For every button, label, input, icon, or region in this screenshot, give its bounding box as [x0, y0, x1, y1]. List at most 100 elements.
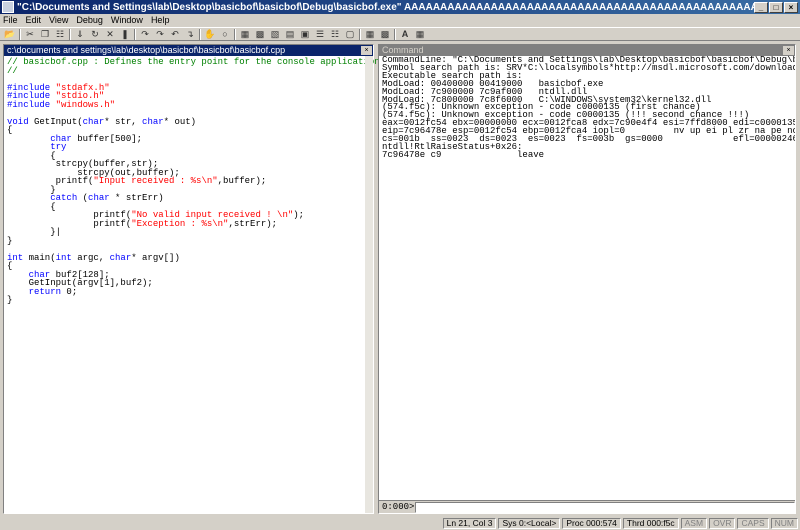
code-token: ,buffer);	[217, 176, 267, 186]
code-token: int	[55, 252, 72, 263]
source-window-header[interactable]: c:\documents and settings\lab\desktop\ba…	[4, 45, 373, 56]
command-output-line: 7c96478e c9 leave	[382, 149, 545, 160]
options-icon[interactable]: ▦	[414, 28, 426, 40]
code-token: * strErr)	[109, 193, 164, 203]
code-token: * str,	[104, 116, 143, 127]
run-to-cursor-icon[interactable]: ↴	[184, 28, 196, 40]
stop-debugging-icon[interactable]: ✕	[104, 28, 116, 40]
code-line: printf("Exception : %s\n",strErr);	[7, 218, 373, 229]
toolbar-separator	[19, 28, 21, 40]
command-window-title: Command	[382, 45, 424, 55]
go-icon[interactable]: ⇓	[74, 28, 86, 40]
code-line: //	[7, 65, 373, 76]
code-line: }|	[7, 228, 373, 237]
source-code[interactable]: // basicbof.cpp : Defines the entry poin…	[4, 56, 385, 305]
step-over-icon[interactable]: ↷	[154, 28, 166, 40]
cut-icon[interactable]: ✂	[24, 28, 36, 40]
code-token: char	[82, 116, 105, 127]
code-token: return	[28, 286, 62, 297]
code-line: int main(int argc, char* argv[])	[7, 252, 373, 263]
scratch-pad-icon[interactable]: ▢	[344, 28, 356, 40]
status-asm: ASM	[680, 517, 708, 529]
toolbar-separator	[69, 28, 71, 40]
code-token: }	[7, 235, 13, 246]
menu-debug[interactable]: Debug	[76, 15, 103, 25]
menu-view[interactable]: View	[49, 15, 68, 25]
code-token: * out)	[163, 116, 197, 127]
code-token: char	[109, 252, 132, 263]
code-line: catch (char * strErr)	[7, 194, 373, 203]
source-mode-icon[interactable]: ▦	[364, 28, 376, 40]
paste-icon[interactable]: ☷	[54, 28, 66, 40]
menu-help[interactable]: Help	[151, 15, 170, 25]
code-line: void GetInput(char* str, char* out)	[7, 116, 373, 127]
code-token: ,strErr);	[228, 218, 278, 229]
close-button[interactable]: ×	[784, 1, 798, 13]
code-token: #include	[7, 99, 56, 110]
code-token: );	[293, 210, 305, 220]
status-thread: Thrd 000:f5c	[622, 517, 679, 529]
binary-mode-icon[interactable]: ▩	[379, 28, 391, 40]
code-line: try	[7, 143, 373, 152]
code-token: argc,	[71, 252, 110, 263]
step-out-icon[interactable]: ↶	[169, 28, 181, 40]
memory-window-icon[interactable]: ▣	[299, 28, 311, 40]
font-icon[interactable]: A	[399, 28, 411, 40]
status-line-col: Ln 21, Col 3	[442, 517, 497, 529]
restart-icon[interactable]: ↻	[89, 28, 101, 40]
code-token: //	[7, 65, 18, 76]
open-icon[interactable]: 📂	[4, 28, 16, 40]
source-window[interactable]: c:\documents and settings\lab\desktop\ba…	[3, 44, 385, 514]
app-icon[interactable]	[2, 1, 14, 13]
maximize-button[interactable]: □	[769, 1, 783, 13]
command-prompt: 0:000>	[382, 502, 415, 512]
code-line: return 0;	[7, 286, 373, 297]
toolbar: 📂 ✂ ❐ ☷ ⇓ ↻ ✕ ❚ ↷ ↷ ↶ ↴ ✋ ○ ▦ ▩ ▧ ▤ ▣ ☰ …	[0, 27, 800, 41]
command-window-icon[interactable]: ▦	[239, 28, 251, 40]
command-window[interactable]: Command × CommandLine: "C:\Documents and…	[378, 44, 796, 514]
menu-bar: File Edit View Debug Window Help	[0, 14, 800, 26]
watch-window-icon[interactable]: ▩	[254, 28, 266, 40]
status-num: NUM	[770, 517, 798, 529]
title-bar: "C:\Documents and Settings\lab\Desktop\b…	[0, 0, 800, 14]
window-title: "C:\Documents and Settings\lab\Desktop\b…	[17, 1, 754, 13]
minimize-button[interactable]: _	[754, 1, 768, 13]
code-token: }|	[7, 227, 62, 237]
menu-file[interactable]: File	[3, 15, 18, 25]
menu-edit[interactable]: Edit	[26, 15, 42, 25]
registers-window-icon[interactable]: ▤	[284, 28, 296, 40]
code-line: printf("Input received : %s\n",buffer);	[7, 177, 373, 186]
code-token: (	[77, 193, 89, 203]
code-token: GetInput(	[28, 116, 83, 127]
source-vertical-scrollbar[interactable]	[365, 56, 373, 513]
toolbar-separator	[394, 28, 396, 40]
toolbar-separator	[199, 28, 201, 40]
code-token: buffer[500];	[71, 133, 143, 144]
break-icon[interactable]: ❚	[119, 28, 131, 40]
copy-icon[interactable]: ❐	[39, 28, 51, 40]
status-process: Proc 000:574	[562, 517, 621, 529]
code-token: char	[142, 116, 164, 127]
source-window-title: c:\documents and settings\lab\desktop\ba…	[7, 45, 286, 55]
code-token: "Input received : %s\n"	[93, 176, 218, 186]
code-token: char	[88, 193, 110, 203]
toolbar-separator	[359, 28, 361, 40]
menu-window[interactable]: Window	[111, 15, 143, 25]
code-line: }	[7, 296, 373, 305]
command-window-header[interactable]: Command ×	[379, 45, 795, 56]
step-into-icon[interactable]: ↷	[139, 28, 151, 40]
hand-icon[interactable]: ✋	[204, 28, 216, 40]
command-output: CommandLine: "C:\Documents and Settings\…	[379, 56, 795, 500]
call-stack-window-icon[interactable]: ☰	[314, 28, 326, 40]
code-line: #include "windows.h"	[7, 99, 373, 110]
code-token: * argv[])	[131, 252, 180, 263]
breakpoint-icon[interactable]: ○	[219, 28, 231, 40]
code-token: // basicbof.cpp : Defines the entry poin…	[7, 57, 386, 67]
disassembly-window-icon[interactable]: ☷	[329, 28, 341, 40]
status-bar: Ln 21, Col 3 Sys 0:<Local> Proc 000:574 …	[0, 516, 800, 530]
command-window-close-icon[interactable]: ×	[783, 46, 794, 55]
locals-window-icon[interactable]: ▧	[269, 28, 281, 40]
command-input[interactable]	[415, 501, 795, 513]
code-token: }	[7, 295, 13, 305]
source-window-close-icon[interactable]: ×	[361, 46, 372, 55]
